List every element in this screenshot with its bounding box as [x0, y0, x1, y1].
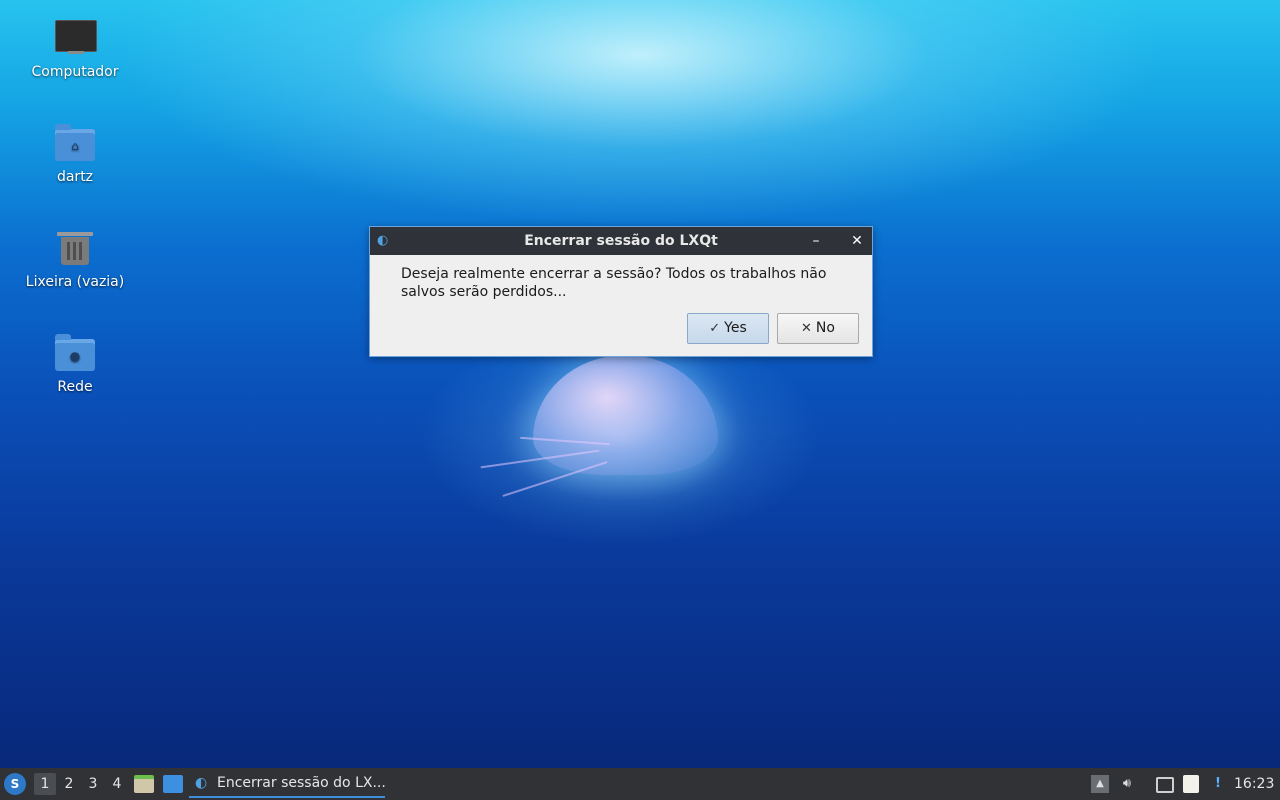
desktop-switch-1[interactable]: 1 — [34, 773, 56, 795]
dialog-message: Deseja realmente encerrar a sessão? Todo… — [401, 266, 827, 300]
lxqt-logo-icon: S — [10, 777, 20, 791]
volume-icon[interactable]: 🔊︎ — [1118, 775, 1136, 793]
dialog-titlebar[interactable]: ◐ Encerrar sessão do LXQt – ✕ — [370, 227, 872, 255]
taskbar-window-button[interactable]: ◐ Encerrar sessão do LX... — [189, 768, 385, 798]
yes-button[interactable]: ✓ Yes — [687, 313, 769, 344]
taskbar-window-label: Encerrar sessão do LX... — [217, 775, 385, 791]
network-icon[interactable] — [1156, 777, 1174, 793]
update-notifier-icon[interactable]: ! — [1209, 775, 1227, 793]
home-folder-icon: ⌂ — [55, 124, 95, 161]
desktop-icon-label: Lixeira (vazia) — [25, 274, 125, 290]
desktop-icon-network[interactable]: ● Rede — [20, 333, 130, 395]
minimize-button[interactable]: – — [802, 227, 830, 255]
network-folder-icon: ● — [55, 334, 95, 371]
cross-icon: ✕ — [801, 321, 812, 336]
desktop-icon-trash[interactable]: Lixeira (vazia) — [20, 228, 130, 290]
show-desktop-icon[interactable] — [163, 775, 183, 793]
file-manager-launcher-icon[interactable] — [134, 775, 154, 793]
desktop-icon-label: dartz — [56, 169, 94, 185]
desktop-switch-2[interactable]: 2 — [58, 768, 80, 800]
tray-arrow-icon[interactable]: ▲ — [1091, 775, 1109, 793]
desktop-switch-3[interactable]: 3 — [82, 768, 104, 800]
dialog-title: Encerrar sessão do LXQt — [524, 233, 718, 249]
taskbar: S 1 2 3 4 ◐ Encerrar sessão do LX... ▲ 🔊… — [0, 768, 1280, 800]
trash-icon — [57, 230, 93, 266]
desktop-icon-label: Rede — [57, 379, 93, 395]
lxqt-logo-icon: ◐ — [195, 775, 208, 791]
clock[interactable]: 16:23 — [1234, 768, 1274, 800]
desktop-icon-label: Computador — [31, 64, 119, 80]
desktop-icon-computer[interactable]: Computador — [20, 18, 130, 80]
clipboard-icon[interactable] — [1183, 775, 1199, 793]
desktop-switch-4[interactable]: 4 — [106, 768, 128, 800]
main-menu-button[interactable]: S — [4, 773, 26, 795]
no-button[interactable]: ✕ No — [777, 313, 859, 344]
jellyfish-tentacle — [502, 461, 608, 497]
yes-button-label: Yes — [724, 320, 747, 336]
logout-dialog: ◐ Encerrar sessão do LXQt – ✕ Deseja rea… — [369, 226, 873, 357]
desktop-background: Computador ⌂ dartz Lixeira (vazia) ● Red… — [0, 0, 1280, 768]
close-button[interactable]: ✕ — [843, 227, 871, 255]
computer-icon — [55, 20, 97, 54]
no-button-label: No — [815, 320, 835, 336]
desktop-icon-home[interactable]: ⌂ dartz — [20, 123, 130, 185]
check-icon: ✓ — [709, 321, 721, 336]
